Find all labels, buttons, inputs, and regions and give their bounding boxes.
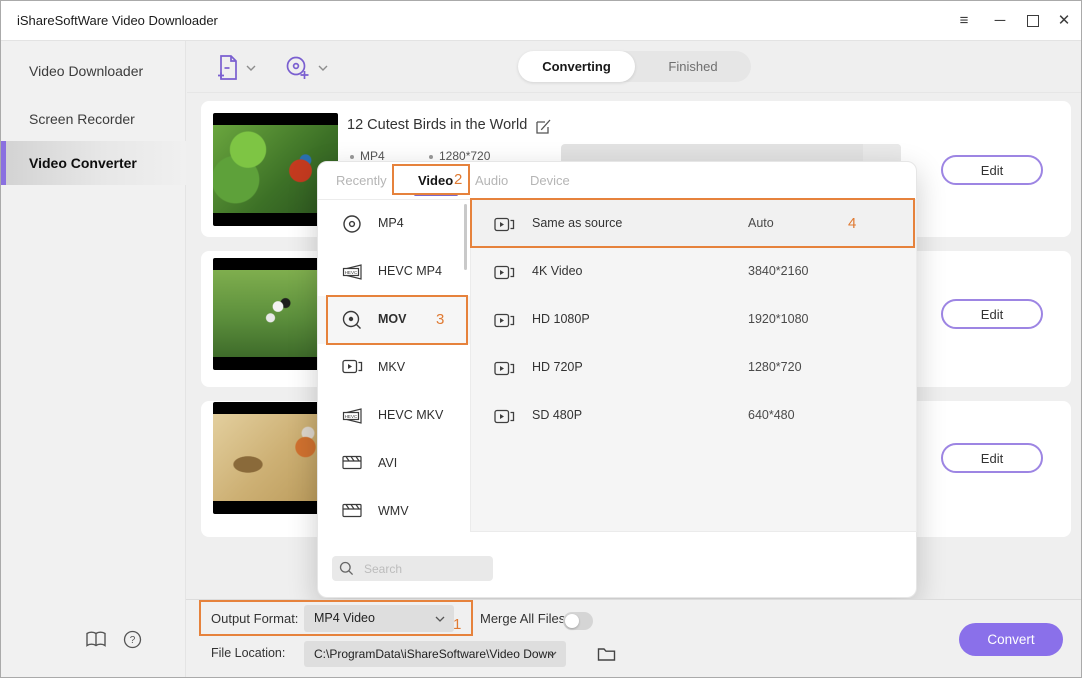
resolution-row-720p[interactable]: HD 720P 1280*720 <box>470 344 916 392</box>
resolution-name: HD 720P <box>532 360 583 374</box>
sidebar-item-label: Screen Recorder <box>29 111 135 127</box>
search-input[interactable] <box>362 559 486 579</box>
app-window: iShareSoftWare Video Downloader ≡ ─ ✕ Vi… <box>0 0 1082 678</box>
video-camera-icon <box>494 360 515 377</box>
format-label: WMV <box>378 504 409 518</box>
resolution-value: 3840*2160 <box>748 264 808 278</box>
maximize-icon[interactable] <box>1027 15 1039 27</box>
meta-bullet <box>429 155 433 159</box>
video-camera-icon <box>342 358 363 375</box>
video-camera-icon <box>494 312 515 329</box>
file-location-dropdown[interactable]: C:\ProgramData\iShareSoftware\Video Down <box>304 641 566 667</box>
sidebar-item-video-downloader[interactable]: Video Downloader <box>1 49 186 93</box>
menu-icon[interactable]: ≡ <box>953 11 975 31</box>
format-item-hevc-mkv[interactable]: HEVC HEVC MKV <box>318 392 470 440</box>
format-label: HEVC MP4 <box>378 264 442 278</box>
open-folder-icon[interactable] <box>597 646 616 662</box>
hevc-badge-icon: HEVC <box>342 262 366 282</box>
resolution-name: SD 480P <box>532 408 582 422</box>
output-format-popup: Recently Video Audio Device 2 MP4 HEVC <box>317 161 917 598</box>
format-search-box[interactable] <box>332 556 493 581</box>
resolution-value: 1920*1080 <box>748 312 808 326</box>
format-list-scrollbar[interactable] <box>464 204 467 270</box>
video-title: 12 Cutest Birds in the World <box>347 117 527 133</box>
status-segmented-control: Converting Finished <box>518 51 751 82</box>
toolbar-divider <box>187 92 1082 93</box>
file-location-value: C:\ProgramData\iShareSoftware\Video Down <box>314 647 554 661</box>
popup-tab-device[interactable]: Device <box>530 173 570 188</box>
meta-bullet <box>350 155 354 159</box>
resolution-name: HD 1080P <box>532 312 590 326</box>
format-label: MKV <box>378 360 405 374</box>
format-label: MP4 <box>378 216 404 230</box>
video-camera-icon <box>494 408 515 425</box>
format-item-hevc-mp4[interactable]: HEVC HEVC MP4 <box>318 248 470 296</box>
merge-all-files-label: Merge All Files: <box>480 611 569 626</box>
tab-finished[interactable]: Finished <box>635 51 751 82</box>
add-file-chevron-icon[interactable] <box>246 65 256 71</box>
add-dvd-chevron-icon[interactable] <box>318 65 328 71</box>
resolution-value: 1280*720 <box>748 360 802 374</box>
hevc-badge-icon: HEVC <box>342 406 366 426</box>
close-icon[interactable]: ✕ <box>1053 11 1075 31</box>
sidebar-active-accent <box>1 141 6 185</box>
merge-all-files-toggle[interactable] <box>563 612 593 630</box>
edit-button-2[interactable]: Edit <box>941 299 1043 329</box>
edit-button-1[interactable]: Edit <box>941 155 1043 185</box>
title-bar: iShareSoftWare Video Downloader ≡ ─ ✕ <box>1 1 1081 41</box>
sidebar-item-label: Video Downloader <box>29 63 143 79</box>
svg-text:HEVC: HEVC <box>345 414 358 419</box>
popup-tab-recently[interactable]: Recently <box>336 173 387 188</box>
popup-tab-audio[interactable]: Audio <box>475 173 508 188</box>
tab-converting[interactable]: Converting <box>518 51 635 82</box>
sidebar-item-label: Video Converter <box>29 155 137 171</box>
edit-title-pencil-icon[interactable] <box>535 118 552 135</box>
annotation-box-3 <box>326 295 468 345</box>
convert-button[interactable]: Convert <box>959 623 1063 656</box>
format-label: HEVC MKV <box>378 408 443 422</box>
app-title: iShareSoftWare Video Downloader <box>17 13 218 28</box>
format-item-mp4[interactable]: MP4 <box>318 200 470 248</box>
svg-text:?: ? <box>130 635 136 646</box>
resolution-row-1080p[interactable]: HD 1080P 1920*1080 <box>470 296 916 344</box>
resolution-value: 640*480 <box>748 408 795 422</box>
clapperboard-icon <box>342 454 362 470</box>
format-item-avi[interactable]: AVI <box>318 440 470 488</box>
format-item-wmv[interactable]: WMV <box>318 488 470 536</box>
clapperboard-icon <box>342 502 362 518</box>
format-label: AVI <box>378 456 397 470</box>
format-item-mkv[interactable]: MKV <box>318 344 470 392</box>
chevron-down-icon <box>547 651 557 657</box>
resolution-name: 4K Video <box>532 264 583 278</box>
svg-text:HEVC: HEVC <box>345 270 358 275</box>
manual-book-icon[interactable] <box>85 630 107 649</box>
resolution-row-4k[interactable]: 4K Video 3840*2160 <box>470 248 916 296</box>
annotation-box-1 <box>199 600 473 636</box>
add-file-icon[interactable] <box>215 54 240 81</box>
sidebar: Video Downloader Screen Recorder Video C… <box>1 41 186 678</box>
edit-button-3[interactable]: Edit <box>941 443 1043 473</box>
add-dvd-icon[interactable] <box>285 55 311 81</box>
disc-icon <box>342 214 362 234</box>
minimize-icon[interactable]: ─ <box>989 11 1011 31</box>
annotation-box-4 <box>470 198 915 248</box>
sidebar-item-video-converter[interactable]: Video Converter <box>1 141 186 185</box>
annotation-number-2: 2 <box>454 171 462 188</box>
file-location-label: File Location: <box>211 646 285 660</box>
video-camera-icon <box>494 264 515 281</box>
help-icon[interactable]: ? <box>123 630 142 649</box>
annotation-number-1: 1 <box>453 616 461 633</box>
search-icon <box>339 561 354 576</box>
toggle-knob <box>565 614 579 628</box>
sidebar-item-screen-recorder[interactable]: Screen Recorder <box>1 97 186 141</box>
resolution-row-480p[interactable]: SD 480P 640*480 <box>470 392 916 440</box>
